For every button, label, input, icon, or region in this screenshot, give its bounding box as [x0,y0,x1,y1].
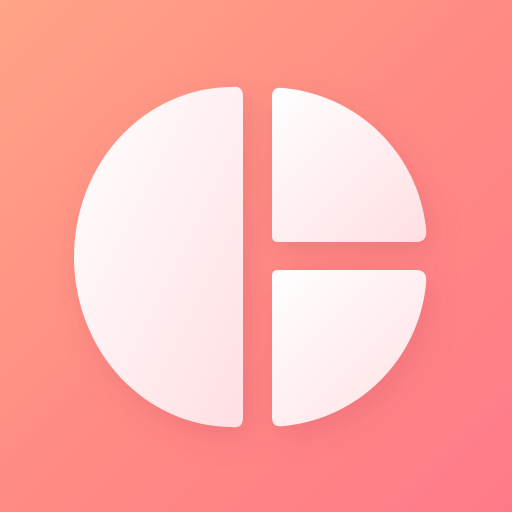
app-icon[interactable] [0,0,512,512]
pie-segment-left [74,86,243,428]
pie-chart-icon [74,86,427,428]
pie-segment-top-right [272,87,427,242]
pie-segment-bottom-right [272,270,427,427]
